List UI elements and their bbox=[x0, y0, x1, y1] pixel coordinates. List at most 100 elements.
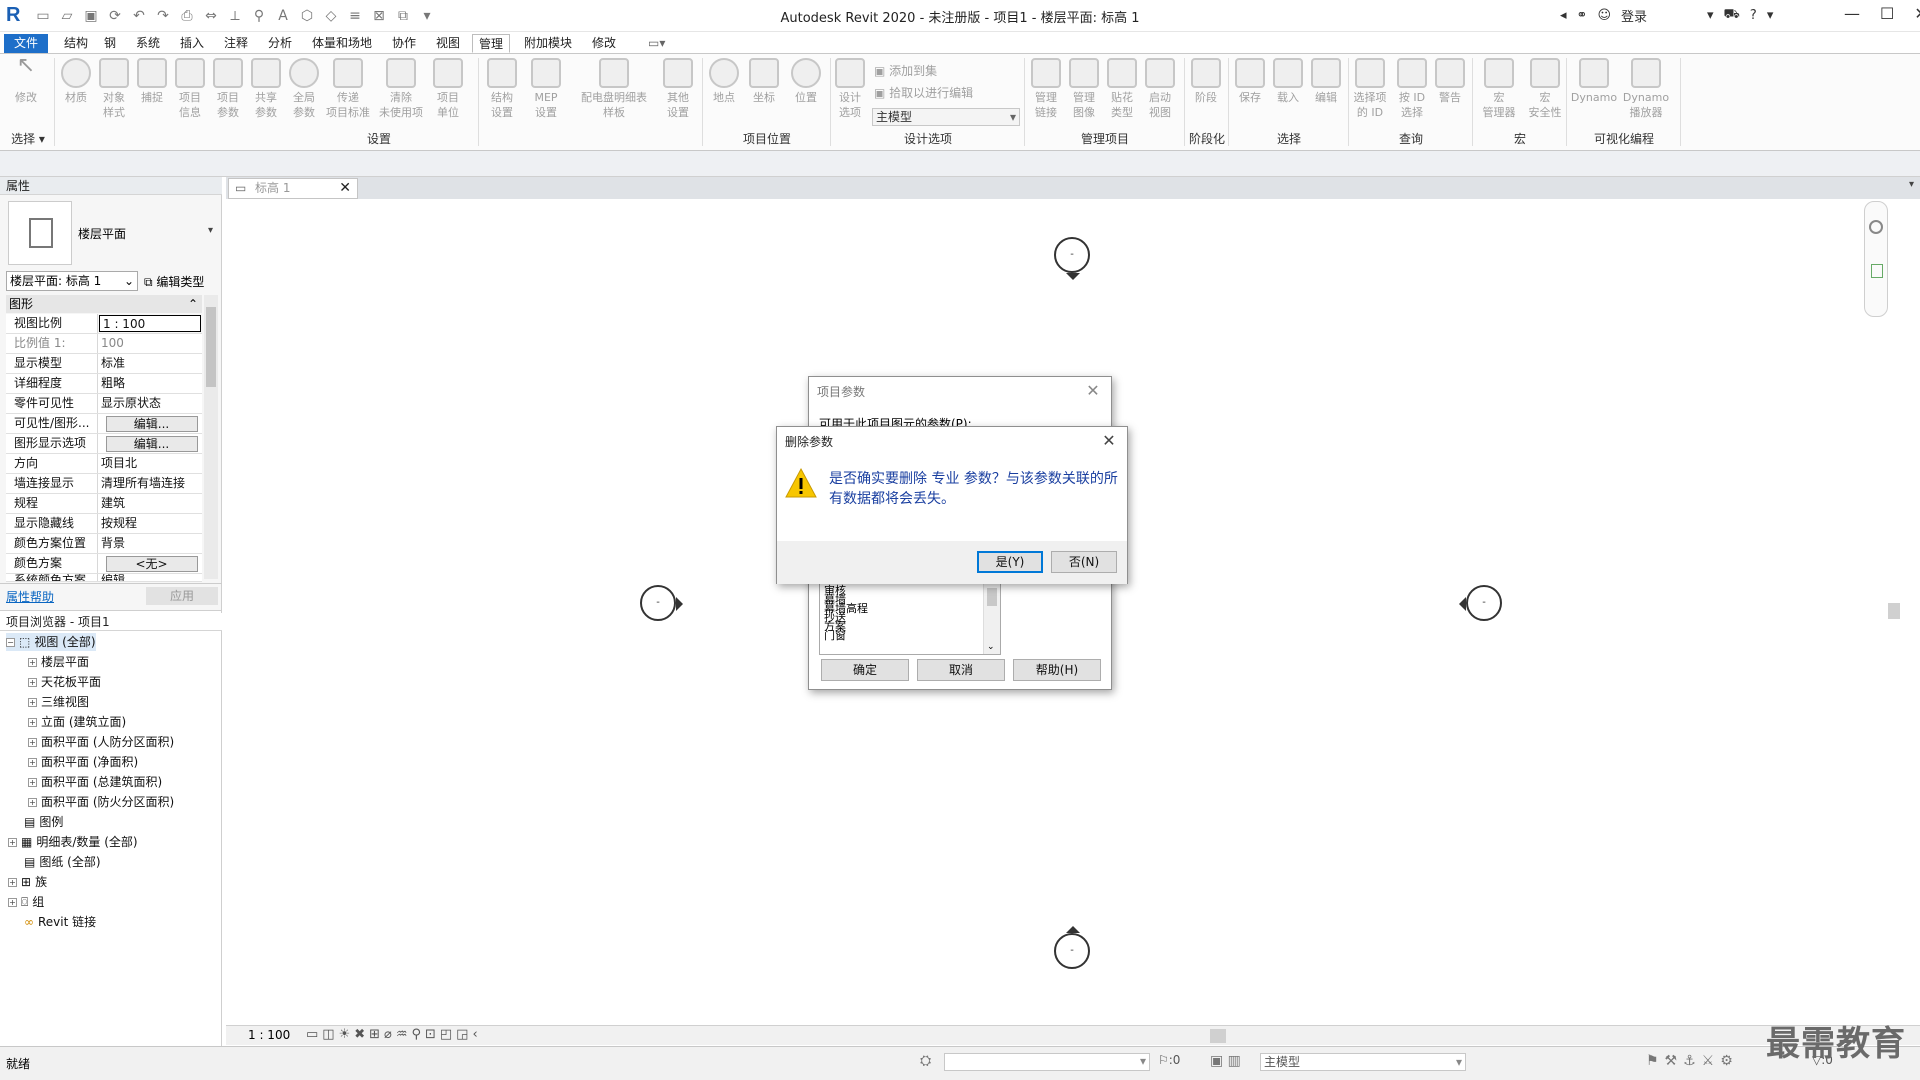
starting-view-button[interactable]: 启动 视图 bbox=[1142, 58, 1178, 120]
ids-of-selection-button[interactable]: 选择项 的 ID bbox=[1352, 58, 1388, 120]
close-tab-icon[interactable]: ✕ bbox=[339, 179, 351, 198]
editing-requests[interactable]: ⚐:0 bbox=[1158, 1053, 1180, 1067]
edit-selection-button[interactable]: 编辑 bbox=[1308, 58, 1344, 105]
login-link[interactable]: 登录 bbox=[1621, 6, 1647, 25]
browser-item-groups[interactable]: + ⌼ 组 bbox=[8, 893, 44, 911]
save-selection-button[interactable]: 保存 bbox=[1232, 58, 1268, 105]
browser-item-3d-views[interactable]: + 三维视图 bbox=[28, 693, 89, 711]
cart-icon[interactable]: ⛟ bbox=[1724, 7, 1740, 24]
prop-row-color-scheme-location[interactable]: 颜色方案位置 背景 bbox=[6, 534, 202, 554]
tab-collaborate[interactable]: 协作 bbox=[386, 34, 422, 53]
browser-item-families[interactable]: + ⊞ 族 bbox=[8, 873, 47, 891]
contextual-dropdown-icon[interactable]: ▭▾ bbox=[642, 34, 671, 53]
list-item[interactable]: 门窗 bbox=[824, 630, 996, 641]
edit-visibility-button[interactable]: 编辑... bbox=[105, 415, 198, 432]
list-item[interactable]: 幕墙高程 bbox=[824, 603, 996, 614]
structural-settings-button[interactable]: 结构 设置 bbox=[484, 58, 520, 120]
browser-item-area-net[interactable]: + 面积平面 (净面积) bbox=[28, 753, 138, 771]
design-options-status-icon[interactable]: ▣ ▥ bbox=[1210, 1053, 1241, 1069]
view-tab-level1[interactable]: ▭ 标高 1 ✕ bbox=[228, 178, 358, 199]
design-option-select[interactable]: 主模型 ▾ bbox=[872, 108, 1020, 126]
dynamo-button[interactable]: Dynamo bbox=[1570, 58, 1618, 105]
steering-wheel-icon[interactable] bbox=[1869, 220, 1883, 234]
browser-item-elevations[interactable]: + 立面 (建筑立面) bbox=[28, 713, 126, 731]
tab-annotate[interactable]: 注释 bbox=[218, 34, 254, 53]
browser-item-schedules[interactable]: + ▦ 明细表/数量 (全部) bbox=[8, 833, 138, 851]
tab-steel[interactable]: 钢 bbox=[98, 34, 122, 53]
tab-systems[interactable]: 系统 bbox=[130, 34, 166, 53]
edit-graphic-display-button[interactable]: 编辑... bbox=[105, 435, 198, 452]
tab-structure[interactable]: 结构 bbox=[58, 34, 94, 53]
elevation-marker-east[interactable]: - bbox=[1466, 585, 1502, 621]
select-by-id-button[interactable]: 按 ID 选择 bbox=[1394, 58, 1430, 120]
close-window-icon[interactable]: ✕ bbox=[1914, 4, 1920, 23]
macro-security-button[interactable]: 宏 安全性 bbox=[1522, 58, 1568, 120]
add-to-set-button[interactable]: ▣ 添加到集 bbox=[874, 62, 937, 79]
chevron-down-icon[interactable]: ⌄ bbox=[987, 643, 995, 652]
yes-button[interactable]: 是(Y) bbox=[977, 551, 1043, 573]
location-button[interactable]: 地点 bbox=[706, 58, 742, 105]
tab-insert[interactable]: 插入 bbox=[174, 34, 210, 53]
materials-button[interactable]: 材质 bbox=[58, 58, 94, 105]
group-graphics[interactable]: 图形 ⌃ bbox=[6, 295, 202, 313]
browser-item-ceiling-plans[interactable]: + 天花板平面 bbox=[28, 673, 101, 691]
elevation-marker-south[interactable]: - bbox=[1054, 933, 1090, 969]
pick-to-edit-button[interactable]: ▣ 拾取以进行编辑 bbox=[874, 84, 973, 101]
dynamo-player-button[interactable]: Dynamo 播放器 bbox=[1620, 58, 1672, 120]
tab-modify[interactable]: 修改 bbox=[586, 34, 622, 53]
transfer-standards-button[interactable]: 传递 项目标准 bbox=[324, 58, 372, 120]
manage-images-button[interactable]: 管理 图像 bbox=[1066, 58, 1102, 120]
prop-row-parts-visibility[interactable]: 零件可见性 显示原状态 bbox=[6, 394, 202, 414]
view-control-icons[interactable]: ▭◫☀✖⊞⌀♒⚲⊡◰◲‹ bbox=[306, 1027, 482, 1042]
coordinates-button[interactable]: 坐标 bbox=[746, 58, 782, 105]
close-dialog-icon[interactable]: ✕ bbox=[1099, 431, 1119, 451]
worksets-icon[interactable]: ⛭ bbox=[920, 1053, 931, 1069]
warnings-button[interactable]: 警告 bbox=[1432, 58, 1468, 105]
snaps-button[interactable]: 捕捉 bbox=[134, 58, 170, 105]
position-button[interactable]: 位置 bbox=[788, 58, 824, 105]
list-item[interactable]: 方案 bbox=[824, 621, 996, 632]
project-units-button[interactable]: 项目 单位 bbox=[430, 58, 466, 120]
zoom-icon[interactable] bbox=[1871, 264, 1883, 278]
project-parameters-button[interactable]: 项目 参数 bbox=[210, 58, 246, 120]
tab-file[interactable]: 文件 bbox=[4, 34, 49, 53]
vertical-scrollbar[interactable] bbox=[1888, 199, 1920, 1025]
prop-row-detail-level[interactable]: 详细程度 粗略 bbox=[6, 374, 202, 394]
prop-row-orientation[interactable]: 方向 项目北 bbox=[6, 454, 202, 474]
instance-select[interactable]: 楼层平面: 标高 1 ⌄ bbox=[6, 271, 138, 291]
prop-row-graphic-display-options[interactable]: 图形显示选项 编辑... bbox=[6, 434, 202, 454]
decal-types-button[interactable]: 贴花 类型 bbox=[1104, 58, 1140, 120]
browser-item-floor-plans[interactable]: + 楼层平面 bbox=[28, 653, 89, 671]
apply-button[interactable]: 应用 bbox=[146, 587, 218, 605]
browser-item-views[interactable]: − ⬚ 视图 (全部) bbox=[6, 633, 96, 651]
modify-button[interactable]: ↖ 修改 bbox=[8, 55, 44, 105]
parameters-list[interactable]: 审核 幕墙 幕墙高程 抄送 方案 门窗 ⌄ bbox=[819, 583, 1001, 655]
prop-row-show-hidden-lines[interactable]: 显示隐藏线 按规程 bbox=[6, 514, 202, 534]
edit-type-button[interactable]: ⧉ 编辑类型 bbox=[144, 273, 204, 290]
workset-select[interactable]: ▾ bbox=[944, 1053, 1150, 1071]
object-styles-button[interactable]: 对象 样式 bbox=[96, 58, 132, 120]
tab-manage[interactable]: 管理 bbox=[472, 34, 511, 53]
prop-row-view-scale[interactable]: 视图比例 1 : 100 bbox=[6, 314, 202, 334]
elevation-marker-north[interactable]: - bbox=[1054, 237, 1090, 273]
shared-parameters-button[interactable]: 共享 参数 bbox=[248, 58, 284, 120]
help-dropdown-icon[interactable]: ▾ bbox=[1767, 8, 1774, 23]
manage-links-button[interactable]: 管理 链接 bbox=[1028, 58, 1064, 120]
color-scheme-button[interactable]: <无> bbox=[105, 555, 198, 572]
project-info-button[interactable]: 项目 信息 bbox=[172, 58, 208, 120]
panel-select-label[interactable]: 选择 ▾ bbox=[4, 130, 52, 148]
binoculars-icon[interactable]: ⚭ bbox=[1577, 8, 1588, 23]
help-icon[interactable]: ? bbox=[1750, 8, 1757, 23]
phases-button[interactable]: 阶段 bbox=[1188, 58, 1224, 105]
list-item[interactable]: 审核 bbox=[824, 585, 996, 596]
list-scrollbar[interactable]: ⌄ bbox=[983, 584, 1000, 654]
horizontal-scroll-thumb[interactable] bbox=[1210, 1029, 1226, 1043]
cancel-button[interactable]: 取消 bbox=[917, 659, 1005, 681]
panel-schedule-templates-button[interactable]: 配电盘明细表 样板 bbox=[572, 58, 656, 120]
chevron-left-icon[interactable]: ◂ bbox=[1560, 8, 1567, 23]
additional-settings-button[interactable]: 其他 设置 bbox=[660, 58, 696, 120]
tab-view[interactable]: 视图 bbox=[430, 34, 466, 53]
browser-item-area-fire[interactable]: + 面积平面 (防火分区面积) bbox=[28, 793, 174, 811]
browser-item-revit-links[interactable]: ∞ Revit 链接 bbox=[24, 913, 96, 931]
browser-item-sheets[interactable]: ▤ 图纸 (全部) bbox=[24, 853, 101, 871]
